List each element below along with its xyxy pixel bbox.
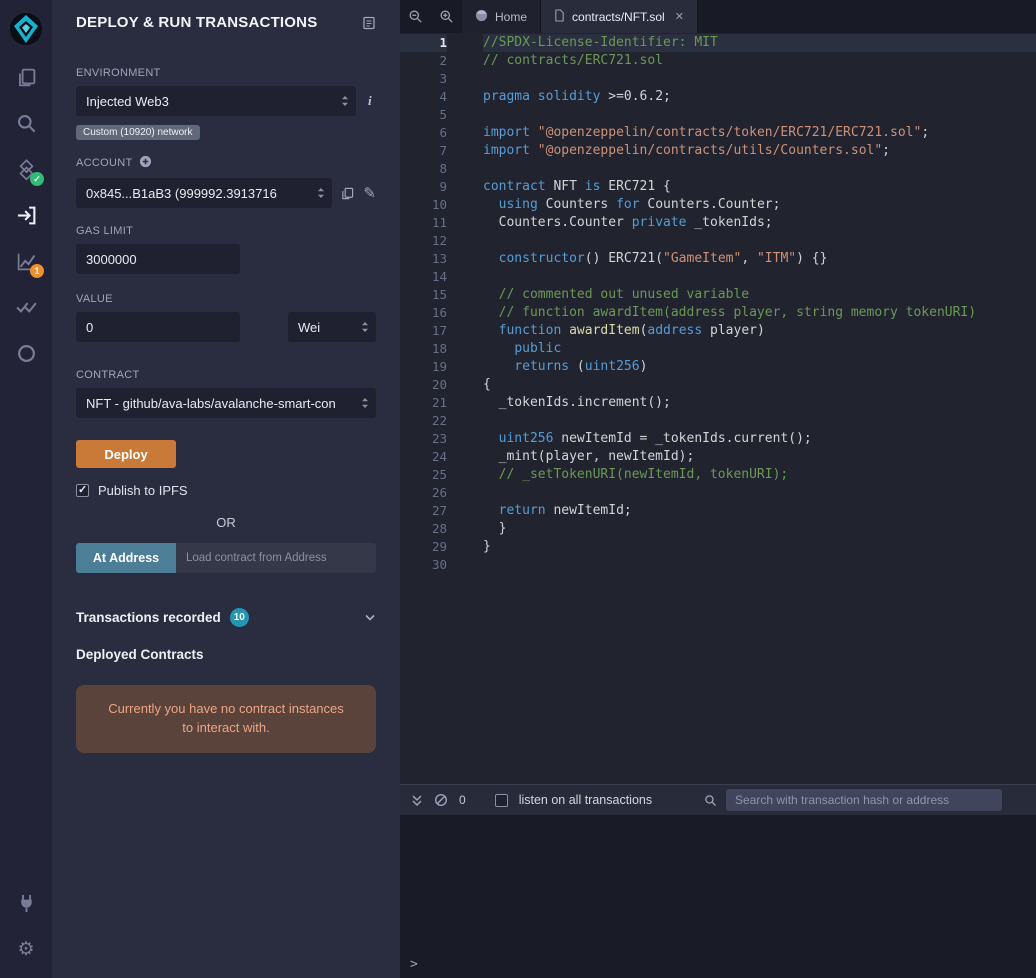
tab-home[interactable]: Home [462, 0, 541, 33]
create-account-icon[interactable] [139, 155, 152, 171]
gas-limit-input[interactable] [76, 244, 240, 274]
account-label: ACCOUNT [76, 157, 133, 169]
search-icon[interactable] [0, 100, 52, 146]
terminal-output[interactable]: > [400, 815, 1036, 978]
transactions-recorded-toggle[interactable]: Transactions recorded 10 [76, 608, 376, 627]
select-caret-icon [361, 321, 369, 336]
tab-bar: Home contracts/NFT.sol ✕ [400, 0, 1036, 33]
solidity-file-icon [554, 9, 565, 25]
deploy-run-icon[interactable] [0, 192, 52, 238]
terminal-prompt: > [410, 957, 418, 972]
line-numbers: 1234567891011121314151617181920212223242… [400, 34, 456, 784]
unit-testing-icon[interactable] [0, 284, 52, 330]
value-unit-select[interactable]: Wei [288, 312, 376, 342]
or-divider: OR [76, 515, 376, 530]
environment-select[interactable]: Injected Web3 [76, 86, 356, 116]
gas-limit-label: GAS LIMIT [76, 225, 376, 237]
debugger-icon[interactable] [0, 330, 52, 376]
sign-message-icon[interactable]: ✎ [363, 184, 376, 202]
code-lines[interactable]: //SPDX-License-Identifier: MIT// contrac… [456, 34, 1036, 784]
terminal-toolbar: 0 listen on all transactions [400, 784, 1036, 815]
zoom-out-icon[interactable] [400, 0, 431, 33]
network-badge: Custom (10920) network [76, 125, 200, 140]
select-caret-icon [317, 187, 325, 202]
static-analysis-icon[interactable]: 1 [0, 238, 52, 284]
select-caret-icon [341, 95, 349, 110]
remix-logo-icon[interactable] [0, 4, 52, 54]
publish-ipfs-label: Publish to IPFS [98, 483, 188, 498]
remix-ide: ✓ 1 ⚙ DEPLOY & RUN TRANSACTIONS [0, 0, 1036, 978]
listen-transactions-checkbox[interactable] [495, 794, 508, 807]
solidity-compiler-icon[interactable]: ✓ [0, 146, 52, 192]
at-address-button[interactable]: At Address [76, 543, 176, 573]
contract-select[interactable]: NFT - github/ava-labs/avalanche-smart-co… [76, 388, 376, 418]
remix-ball-icon [475, 9, 488, 25]
transactions-recorded-label: Transactions recorded [76, 610, 221, 625]
value-input[interactable] [76, 312, 240, 342]
value-label: VALUE [76, 293, 376, 305]
publish-ipfs-checkbox[interactable] [76, 484, 89, 497]
at-address-input[interactable] [176, 543, 376, 573]
copy-account-icon[interactable] [341, 187, 354, 200]
listen-transactions-label: listen on all transactions [519, 793, 652, 807]
clear-pending-icon[interactable] [434, 793, 448, 807]
tab-contracts-nft-sol[interactable]: contracts/NFT.sol ✕ [541, 0, 698, 33]
deploy-button[interactable]: Deploy [76, 440, 176, 468]
editor-area: Home contracts/NFT.sol ✕ 123456789101112… [400, 0, 1036, 978]
compiler-success-badge: ✓ [30, 172, 44, 186]
activity-bar: ✓ 1 ⚙ [0, 0, 52, 978]
account-select[interactable]: 0x845...B1aB3 (999992.3913716 [76, 178, 332, 208]
file-explorer-icon[interactable] [0, 54, 52, 100]
collapse-terminal-icon[interactable] [411, 794, 423, 807]
code-editor: 1234567891011121314151617181920212223242… [400, 33, 1036, 784]
transactions-count-badge: 10 [230, 608, 249, 627]
pending-transactions-count: 0 [459, 793, 466, 807]
documentation-icon[interactable] [362, 16, 376, 30]
plugin-manager-icon[interactable] [0, 880, 52, 926]
environment-label: ENVIRONMENT [76, 67, 376, 79]
settings-gear-icon[interactable]: ⚙ [0, 926, 52, 972]
deploy-run-panel: DEPLOY & RUN TRANSACTIONS ENVIRONMENT In… [52, 0, 400, 978]
deployed-contracts-heading: Deployed Contracts [76, 647, 376, 662]
terminal-search-input[interactable] [726, 789, 1002, 811]
zoom-in-icon[interactable] [431, 0, 462, 33]
chevron-down-icon [364, 609, 376, 627]
terminal-search-icon [704, 794, 717, 807]
no-instances-alert: Currently you have no contract instances… [76, 685, 376, 753]
select-caret-icon [361, 397, 369, 412]
analysis-warning-badge: 1 [30, 264, 44, 278]
panel-title: DEPLOY & RUN TRANSACTIONS [76, 14, 317, 31]
contract-label: CONTRACT [76, 369, 376, 381]
close-tab-icon[interactable]: ✕ [675, 10, 684, 23]
environment-info-icon[interactable]: i [368, 93, 372, 109]
